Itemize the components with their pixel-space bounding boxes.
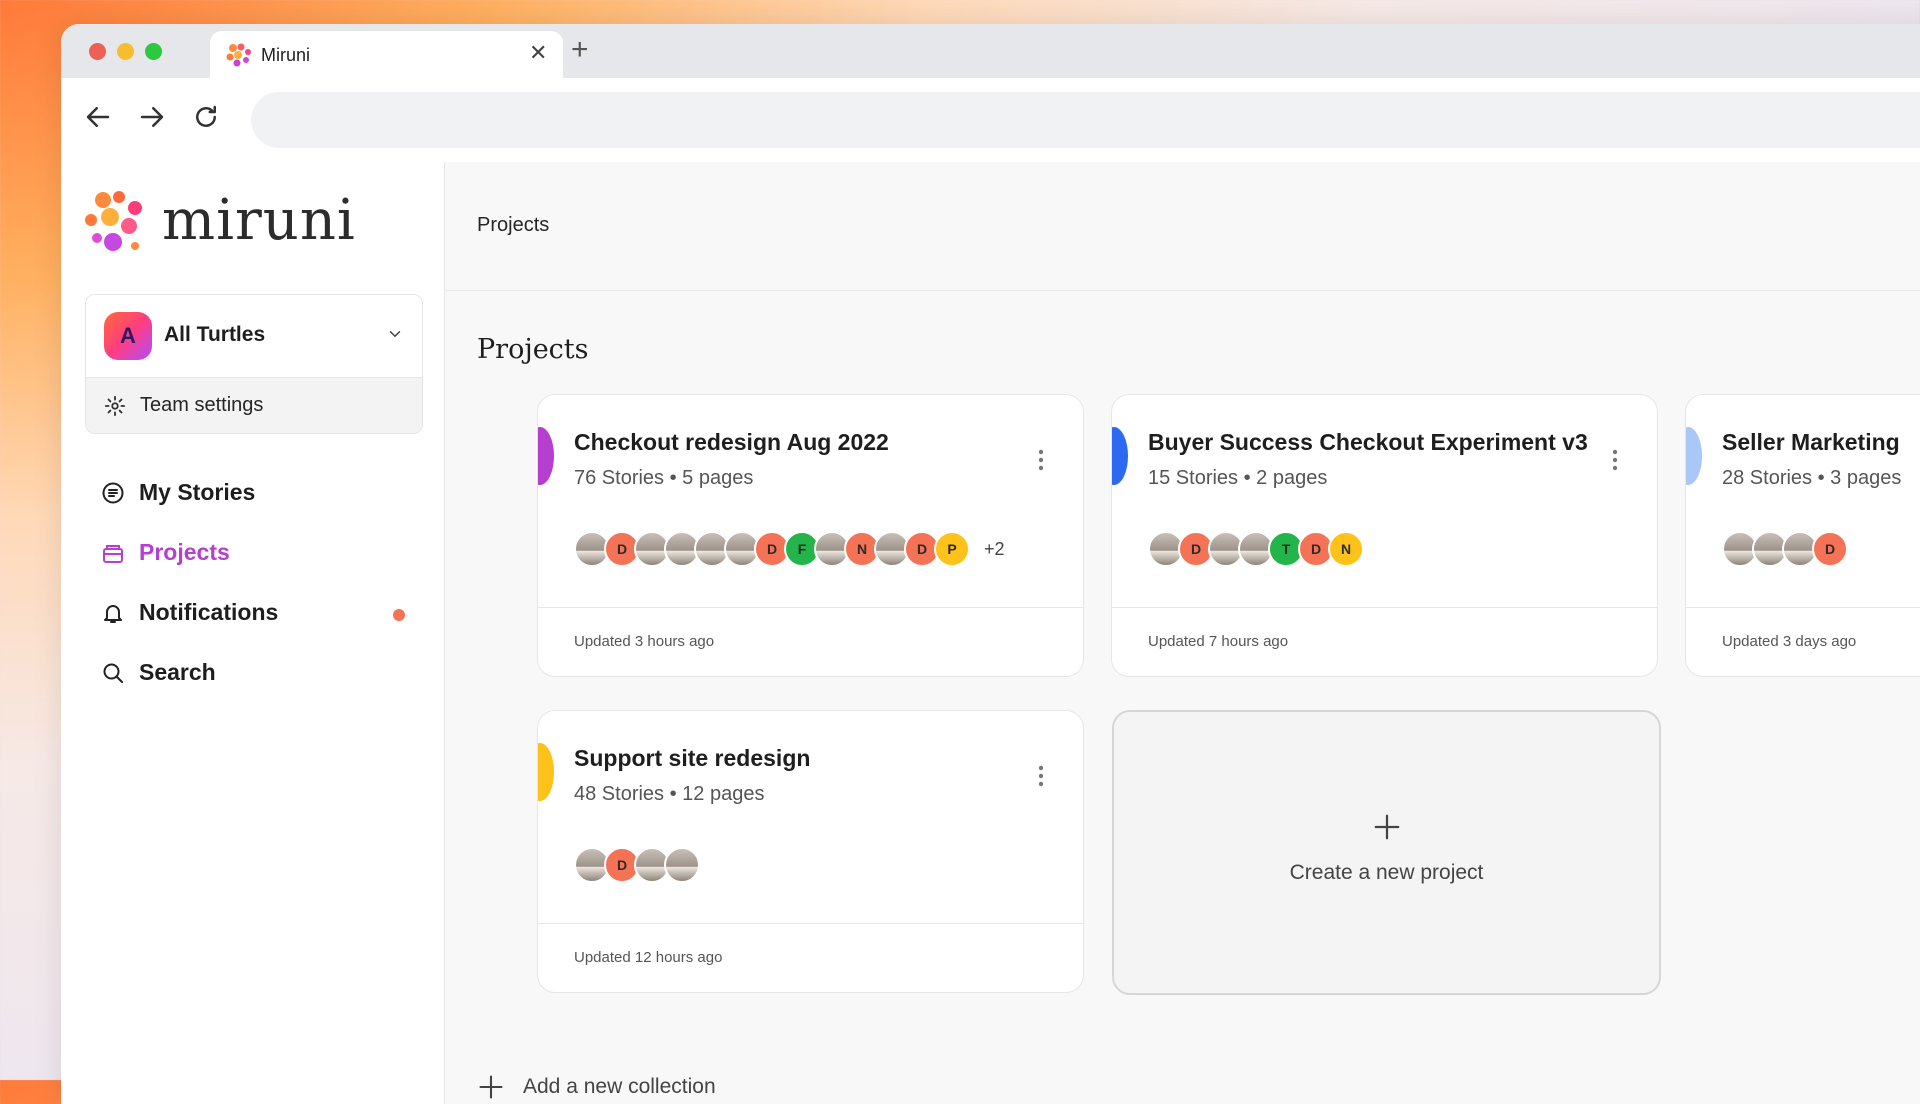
project-title: Support site redesign	[574, 745, 811, 771]
miruni-logo-icon	[83, 190, 149, 259]
project-title: Seller Marketing	[1722, 429, 1900, 455]
address-bar[interactable]	[251, 92, 1920, 148]
project-card[interactable]: Seller Marketing 28 Stories • 3 pages D …	[1685, 394, 1920, 677]
member-avatars: D	[1722, 531, 1920, 567]
member-avatars: D	[574, 847, 1054, 883]
updated-time: Updated 12 hours ago	[574, 949, 723, 966]
team-settings-button[interactable]: Team settings	[86, 377, 422, 433]
divider	[538, 607, 1083, 608]
member-avatar	[664, 847, 700, 883]
nav-label: Projects	[139, 539, 230, 565]
team-select[interactable]: A All Turtles	[86, 295, 422, 377]
browser-window: Miruni ✕ + ☆ miruni	[61, 24, 1920, 1104]
sidebar: miruni A All Turtles Team settings My St…	[61, 162, 445, 1104]
nav-search[interactable]: Search	[101, 653, 431, 693]
miruni-favicon-icon	[226, 43, 252, 72]
project-color-tag	[1112, 427, 1128, 485]
chevron-down-icon	[386, 325, 404, 348]
tab-title: Miruni	[261, 45, 311, 65]
stories-icon	[101, 481, 125, 510]
more-options-icon[interactable]	[1038, 765, 1044, 792]
project-color-tag	[538, 427, 554, 485]
project-card[interactable]: Support site redesign 48 Stories • 12 pa…	[537, 710, 1084, 993]
tab-strip: Miruni ✕ +	[61, 24, 1920, 78]
nav-my-stories[interactable]: My Stories	[101, 473, 431, 513]
team-switcher: A All Turtles Team settings	[85, 294, 423, 434]
project-meta: 48 Stories • 12 pages	[574, 783, 765, 805]
team-name: All Turtles	[164, 323, 266, 346]
project-meta: 15 Stories • 2 pages	[1148, 467, 1328, 489]
team-avatar: A	[104, 312, 152, 360]
notification-dot	[393, 609, 405, 621]
close-window-button[interactable]	[89, 43, 106, 60]
plus-icon	[1114, 812, 1659, 847]
browser-toolbar: ☆	[61, 78, 1920, 163]
project-title: Buyer Success Checkout Experiment v3	[1148, 429, 1588, 455]
updated-time: Updated 7 hours ago	[1148, 633, 1289, 650]
minimize-window-button[interactable]	[117, 43, 134, 60]
breadcrumb: Projects	[477, 214, 550, 236]
divider	[1112, 607, 1657, 608]
more-options-icon[interactable]	[1038, 449, 1044, 476]
nav-label: My Stories	[139, 479, 256, 505]
main-content: Projects Projects Checkout redesign Aug …	[445, 162, 1920, 1104]
add-collection-label: Add a new collection	[523, 1075, 716, 1098]
plus-icon	[477, 1073, 505, 1104]
member-initial-avatar: D	[1812, 531, 1848, 567]
logo-text: miruni	[162, 188, 356, 253]
nav-label: Notifications	[139, 599, 279, 625]
top-bar: Projects	[445, 162, 1920, 291]
page-title: Projects	[477, 334, 589, 365]
more-members-count: +2	[984, 539, 1005, 559]
project-meta: 28 Stories • 3 pages	[1722, 467, 1902, 489]
divider	[1686, 607, 1920, 608]
browser-tab[interactable]: Miruni ✕	[210, 31, 563, 78]
close-tab-icon[interactable]: ✕	[529, 41, 547, 65]
forward-icon[interactable]	[137, 102, 173, 138]
gear-icon	[104, 395, 126, 422]
nav-notifications[interactable]: Notifications	[101, 593, 431, 633]
project-title: Checkout redesign Aug 2022	[574, 429, 889, 455]
add-collection-button[interactable]: Add a new collection	[477, 1073, 777, 1103]
divider	[538, 923, 1083, 924]
member-initial-avatar: N	[1328, 531, 1364, 567]
project-card[interactable]: Checkout redesign Aug 2022 76 Stories • …	[537, 394, 1084, 677]
updated-time: Updated 3 days ago	[1722, 633, 1857, 650]
project-color-tag	[1686, 427, 1702, 485]
reload-icon[interactable]	[191, 102, 227, 138]
updated-time: Updated 3 hours ago	[574, 633, 715, 650]
create-project-label: Create a new project	[1289, 861, 1484, 884]
projects-icon	[101, 541, 125, 570]
project-meta: 76 Stories • 5 pages	[574, 467, 754, 489]
nav-projects[interactable]: Projects	[101, 533, 431, 573]
member-avatars: DTDN	[1148, 531, 1628, 567]
new-tab-button[interactable]: +	[571, 32, 589, 68]
search-icon	[101, 661, 125, 690]
member-avatars: D D F N D P +2	[574, 531, 1054, 567]
project-card[interactable]: Buyer Success Checkout Experiment v3 15 …	[1111, 394, 1658, 677]
create-project-button[interactable]: Create a new project	[1112, 710, 1661, 995]
maximize-window-button[interactable]	[145, 43, 162, 60]
bell-icon	[101, 601, 125, 630]
project-color-tag	[538, 743, 554, 801]
nav-label: Search	[139, 659, 216, 685]
team-settings-label: Team settings	[140, 394, 264, 416]
more-options-icon[interactable]	[1612, 449, 1618, 476]
member-initial-avatar: P	[934, 531, 970, 567]
back-icon[interactable]	[83, 102, 119, 138]
